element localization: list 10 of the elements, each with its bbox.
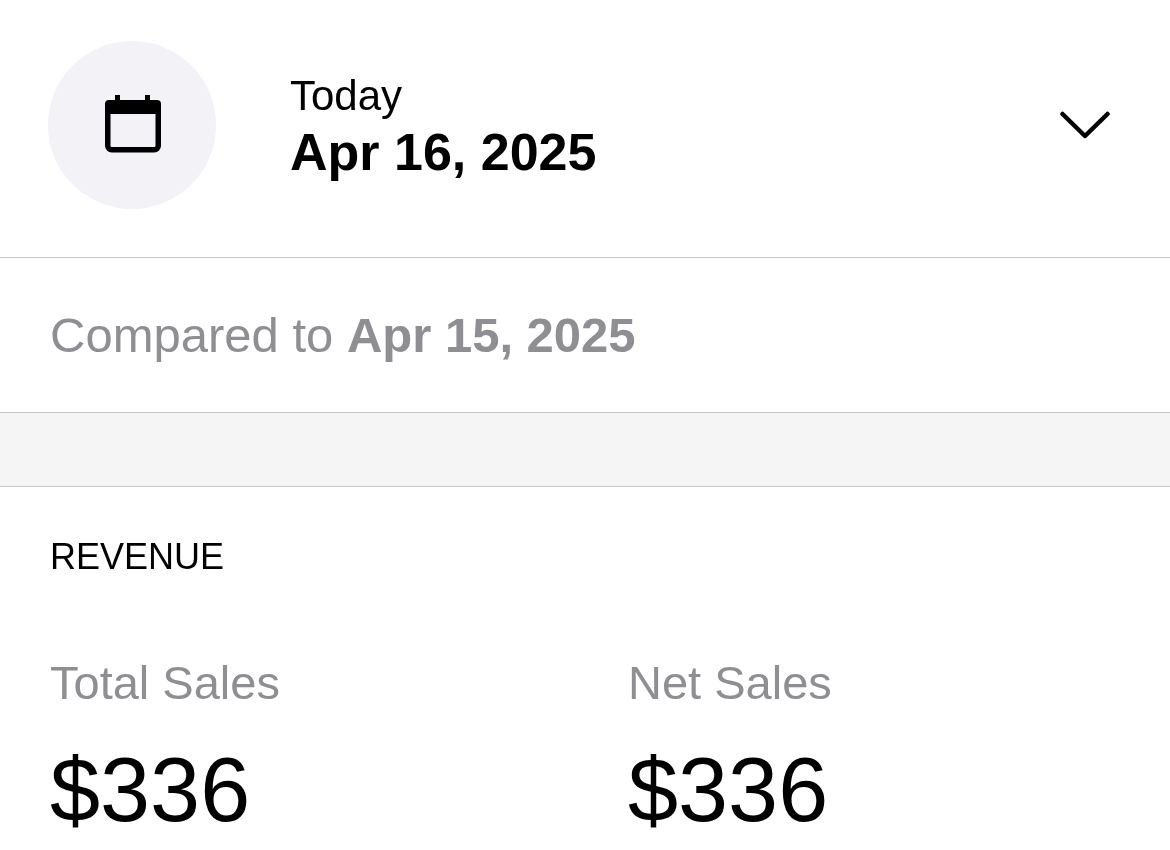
metric-label: Total Sales [50,655,280,710]
metric-value: $336 [50,739,251,842]
date-label: Today [290,70,403,121]
selected-date: Apr 16, 2025 [290,121,597,183]
chevron-down-icon[interactable] [1060,109,1110,140]
comparison-text: Compared to Apr 15, 2025 [50,307,636,364]
section-title: REVENUE [50,535,225,578]
metric-value: $336 [628,739,829,842]
metric-label: Net Sales [628,655,832,710]
calendar-icon [48,40,216,209]
